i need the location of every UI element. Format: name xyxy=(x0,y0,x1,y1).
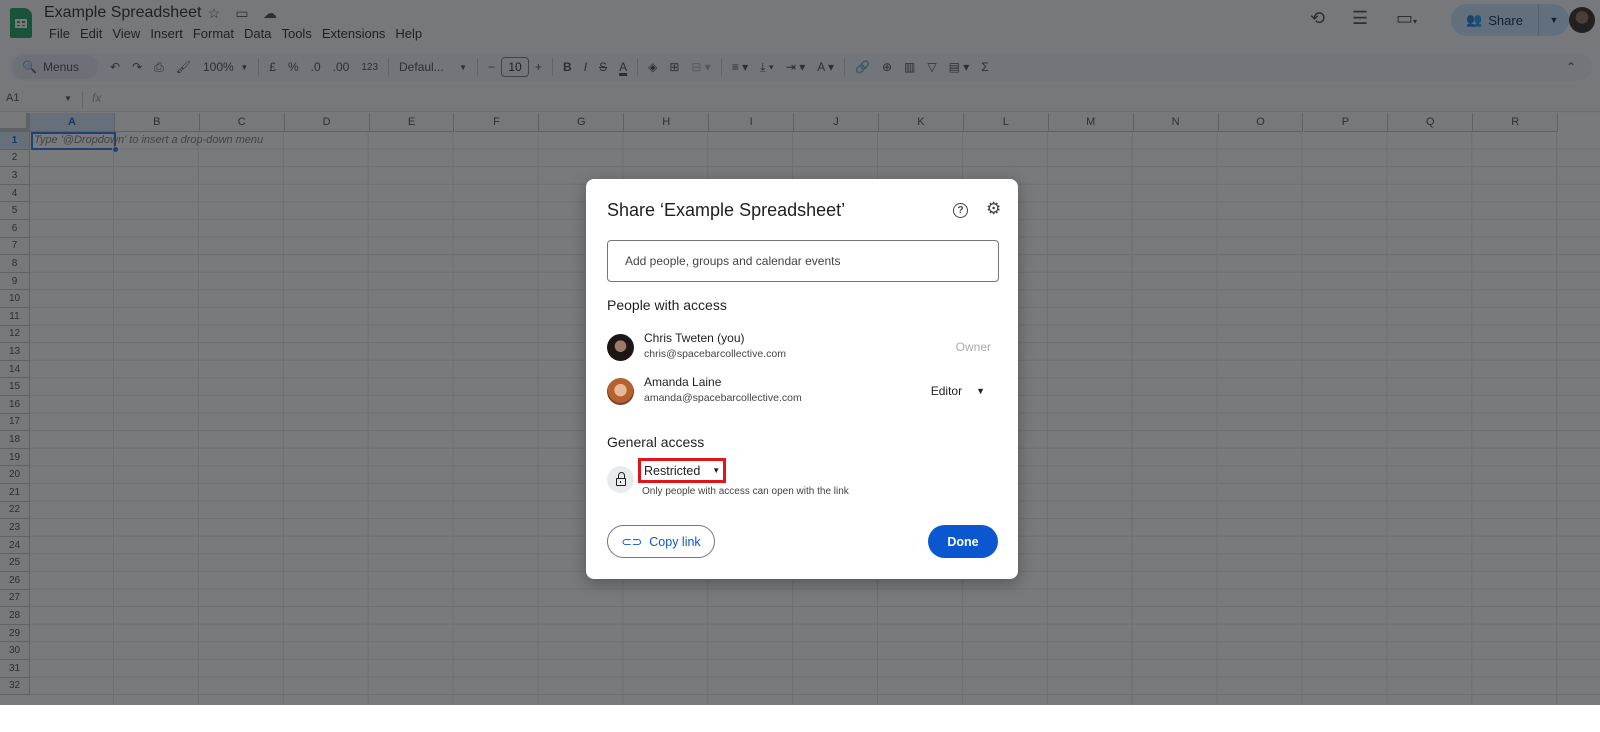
person-email: chris@spacebarcollective.com xyxy=(644,348,786,360)
general-access-heading: General access xyxy=(607,434,705,450)
avatar xyxy=(607,334,634,361)
chevron-down-icon: ▼ xyxy=(712,466,721,475)
person-name: Amanda Laine xyxy=(644,375,722,389)
settings-gear-icon[interactable]: ⚙ xyxy=(986,199,1001,219)
person-row: Amanda Laine amanda@spacebarcollective.c… xyxy=(607,375,999,411)
avatar xyxy=(607,378,634,405)
help-icon[interactable]: ? xyxy=(953,203,968,218)
copy-link-button[interactable]: ⊂⊃ Copy link xyxy=(607,525,715,558)
person-role: Owner xyxy=(955,340,991,354)
share-dialog: Share ‘Example Spreadsheet’ ? ⚙ Add peop… xyxy=(586,179,1018,579)
role-select[interactable]: Editor ▼ xyxy=(931,384,985,398)
access-level-value: Restricted xyxy=(644,463,701,478)
done-button[interactable]: Done xyxy=(928,525,998,558)
person-row: Chris Tweten (you) chris@spacebarcollect… xyxy=(607,331,999,367)
chevron-down-icon: ▼ xyxy=(976,386,985,396)
people-with-access-heading: People with access xyxy=(607,297,727,313)
link-icon: ⊂⊃ xyxy=(621,535,643,549)
sheets-app: Example Spreadsheet ☆ ▭ ☁ File Edit View… xyxy=(0,0,1600,705)
person-role: Editor xyxy=(930,384,963,398)
dialog-title: Share ‘Example Spreadsheet’ xyxy=(607,200,846,220)
copy-link-label: Copy link xyxy=(649,534,701,549)
add-people-input[interactable]: Add people, groups and calendar events xyxy=(607,240,999,282)
access-description: Only people with access can open with th… xyxy=(642,486,849,497)
person-email: amanda@spacebarcollective.com xyxy=(644,392,802,404)
lock-icon xyxy=(607,466,634,493)
person-name: Chris Tweten (you) xyxy=(644,331,745,345)
general-access-select[interactable]: Restricted ▼ xyxy=(638,458,726,483)
